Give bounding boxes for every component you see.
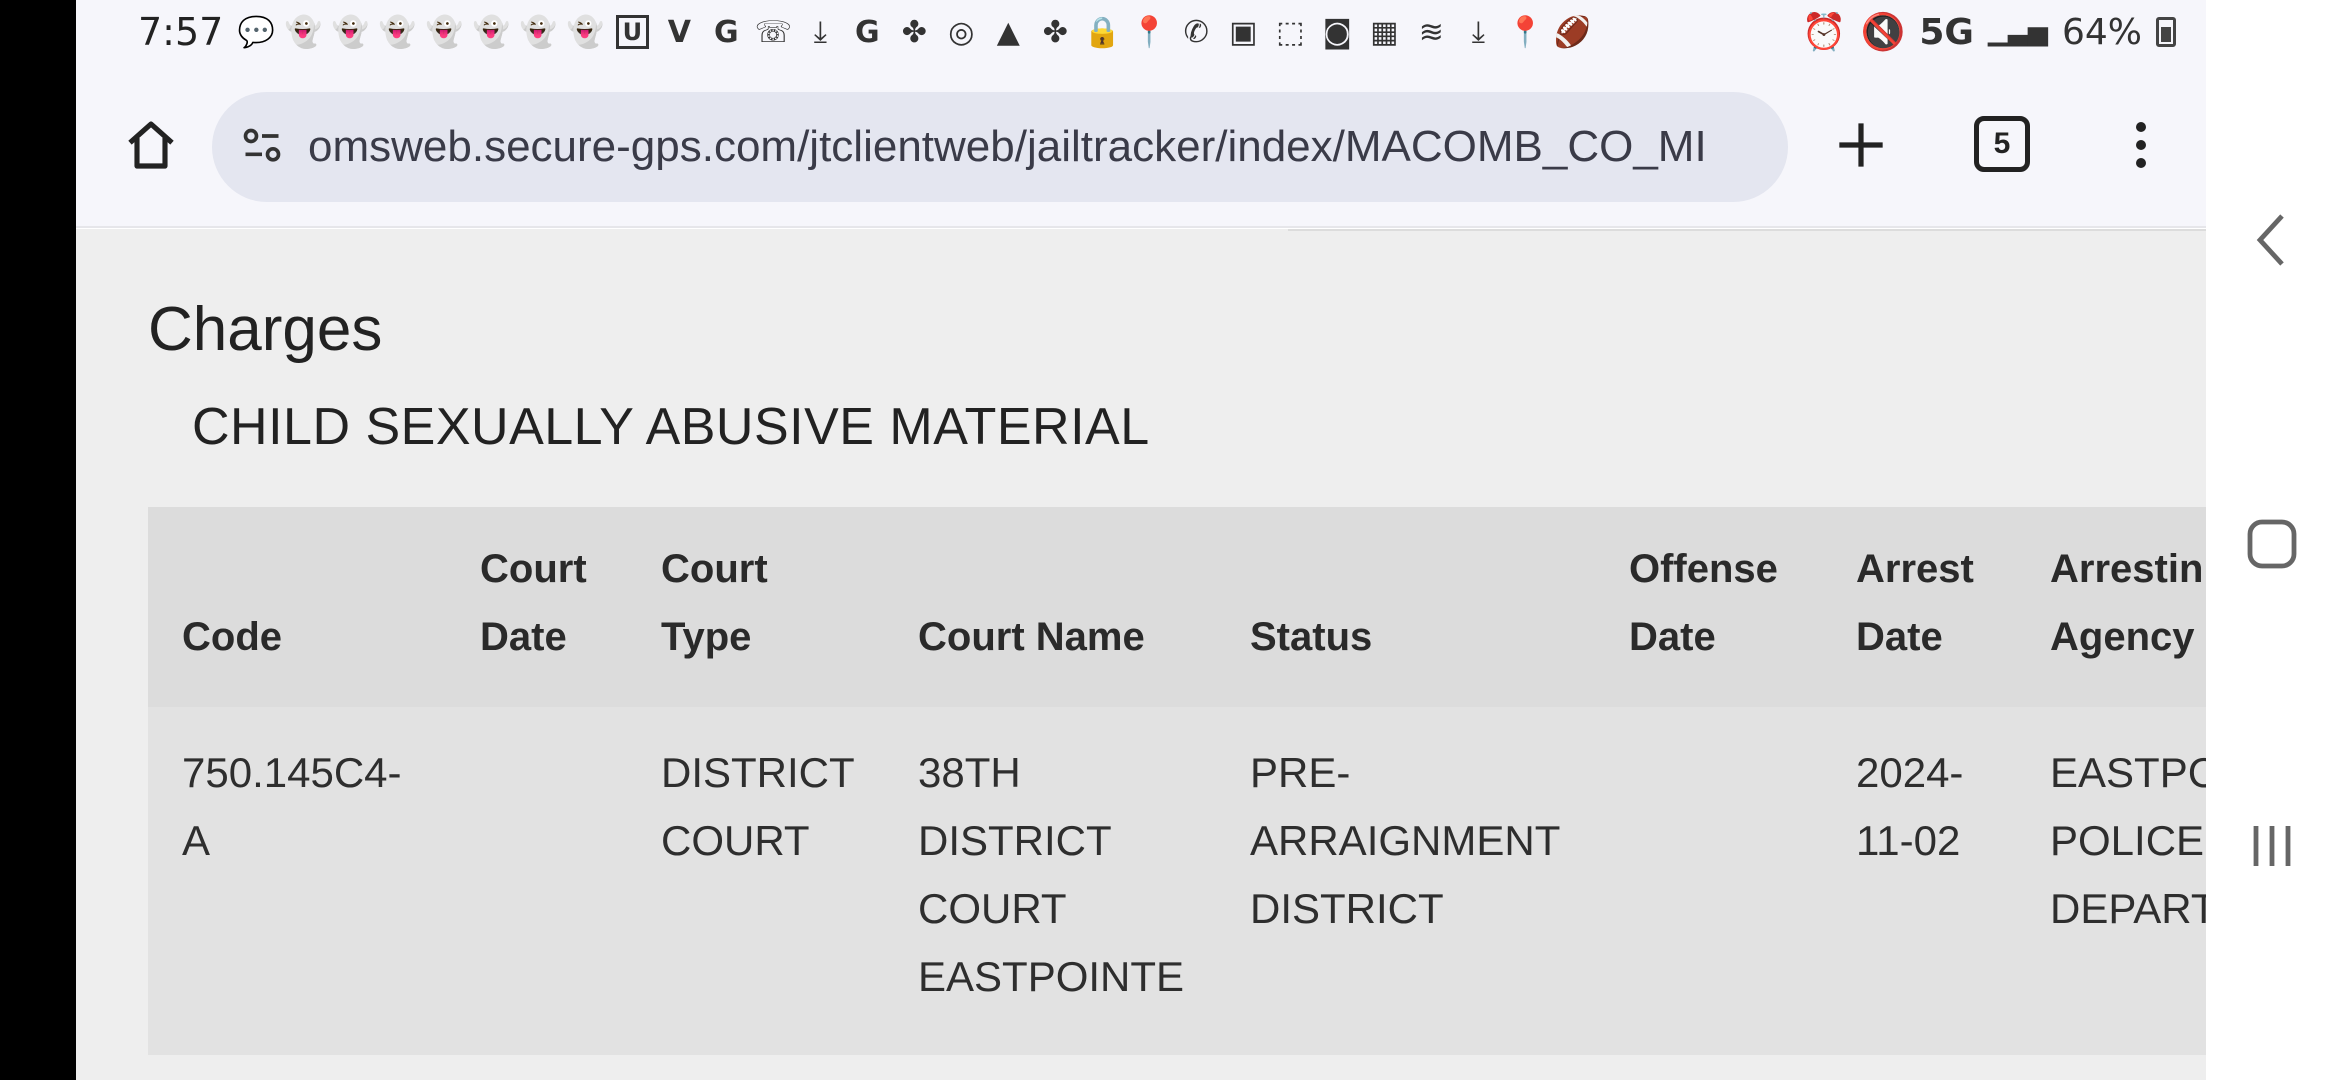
snapchat-icon: 👻 bbox=[472, 14, 511, 50]
network-indicator: 5G bbox=[1919, 11, 1974, 53]
snapchat-icon: 👻 bbox=[519, 14, 558, 50]
snapchat-icon: 👻 bbox=[378, 14, 417, 50]
location-icon: 📍 bbox=[1130, 14, 1169, 50]
browser-toolbar: omsweb.secure-gps.com/jtclientweb/jailtr… bbox=[76, 64, 2206, 228]
home-icon bbox=[128, 121, 174, 169]
battery-percent: 64% bbox=[2061, 11, 2142, 53]
screenshot-icon: ⬚ bbox=[1276, 14, 1305, 50]
charges-table: Code Court Date Court Type Court Name Stat… bbox=[148, 507, 2206, 1055]
alarm-icon: ⏰ bbox=[1801, 12, 1847, 53]
table-header: Code Court Date Court Type Court Name Stat… bbox=[148, 507, 2206, 707]
cell-code: 750.145C4- A bbox=[182, 749, 402, 864]
lock-icon: 🔒 bbox=[1083, 14, 1122, 50]
header-arrest-date: Arrest Date bbox=[1856, 547, 1974, 659]
chat-bubble-icon: 💬 bbox=[237, 14, 276, 50]
snapchat-icon: 👻 bbox=[425, 14, 464, 50]
spiral-icon: ◎ bbox=[948, 14, 975, 50]
status-time: 7:57 bbox=[138, 10, 224, 54]
recents-button[interactable] bbox=[2236, 810, 2308, 882]
cell-court-type: DISTRICT COURT bbox=[661, 749, 855, 864]
header-court-type: Court Type bbox=[661, 547, 768, 659]
cell-court-name: 38TH DISTRICT COURT EASTPOINTE bbox=[918, 749, 1185, 1000]
back-button[interactable] bbox=[2236, 204, 2308, 276]
google-icon: G bbox=[855, 14, 880, 50]
plus-icon bbox=[1839, 123, 1883, 167]
arrow-app-icon: ▲ bbox=[996, 14, 1020, 50]
header-code: Code bbox=[182, 615, 282, 659]
pinwheel-icon: ✤ bbox=[1042, 14, 1068, 50]
wifi-call-icon: ☏ bbox=[754, 14, 793, 50]
header-offense-date: Offense Date bbox=[1629, 547, 1778, 659]
snapchat-icon: 👻 bbox=[331, 14, 370, 50]
menu-dot-icon bbox=[2136, 140, 2146, 150]
header-arresting-agency: Arrestin Agency bbox=[2050, 547, 2204, 659]
snapchat-icon: 👻 bbox=[566, 14, 605, 50]
notification-icons: 💬 👻 👻 👻 👻 👻 👻 👻 U V G ☏ ⤓ G ✤ ◎ ▲ ✤ 🔒 📍 … bbox=[237, 13, 1591, 51]
back-icon bbox=[2256, 214, 2284, 266]
mute-icon: 🔇 bbox=[1860, 12, 1906, 53]
section-title: Charges bbox=[148, 295, 383, 364]
status-right: ⏰ 🔇 5G ▁▃▅ 64% bbox=[1802, 0, 2176, 64]
battery-icon bbox=[2156, 17, 2176, 47]
charge-description: CHILD SEXUALLY ABUSIVE MATERIAL bbox=[192, 398, 1150, 456]
wifi-icon: ≋ bbox=[1418, 14, 1444, 50]
recents-icon bbox=[2253, 826, 2291, 866]
menu-dot-icon bbox=[2136, 158, 2146, 168]
v-app-icon: V bbox=[667, 14, 691, 50]
google-icon: G bbox=[714, 14, 739, 50]
cell-status: PRE- ARRAIGNMENT DISTRICT bbox=[1250, 749, 1561, 932]
page-content: Charges CHILD SEXUALLY ABUSIVE MATERIAL … bbox=[76, 229, 2206, 1080]
address-bar[interactable]: omsweb.secure-gps.com/jtclientweb/jailtr… bbox=[212, 92, 1788, 202]
u-app-icon: U bbox=[613, 13, 651, 51]
cell-arresting-agency: EASTPC POLICE DEPART bbox=[2050, 749, 2206, 932]
signal-icon: ▁▃▅ bbox=[1987, 17, 2048, 47]
image-icon: ▣ bbox=[1229, 14, 1258, 50]
viber-icon: ✆ bbox=[1183, 14, 1209, 50]
app-icon: ◙ bbox=[1322, 14, 1352, 50]
tab-switcher-button[interactable]: 5 bbox=[1974, 116, 2030, 172]
header-court-name: Court Name bbox=[918, 615, 1145, 659]
site-settings-icon[interactable] bbox=[240, 125, 284, 169]
football-icon: 🏈 bbox=[1553, 14, 1592, 50]
download-icon: ⤓ bbox=[813, 14, 827, 50]
location-icon: 📍 bbox=[1506, 14, 1545, 50]
table-row: 750.145C4- A DISTRICT COURT 38TH DISTRICT CO… bbox=[148, 707, 2206, 1055]
download-icon: ⤓ bbox=[1471, 14, 1485, 50]
home-nav-icon bbox=[2247, 519, 2297, 569]
divider bbox=[1288, 229, 2206, 231]
header-status: Status bbox=[1250, 615, 1373, 659]
cell-arrest-date: 2024- 11-02 bbox=[1856, 749, 1964, 864]
header-court-date: Court Date bbox=[480, 547, 587, 659]
status-bar: 7:57 💬 👻 👻 👻 👻 👻 👻 👻 U V G ☏ ⤓ G ✤ ◎ ▲ ✤… bbox=[76, 0, 2206, 64]
pinwheel-icon: ✤ bbox=[901, 14, 927, 50]
snapchat-icon: 👻 bbox=[284, 14, 323, 50]
url-text[interactable]: omsweb.secure-gps.com/jtclientweb/jailtr… bbox=[308, 122, 1768, 172]
home-nav-button[interactable] bbox=[2236, 508, 2308, 580]
menu-dot-icon bbox=[2136, 122, 2146, 132]
home-button[interactable] bbox=[116, 110, 186, 180]
new-tab-button[interactable] bbox=[1826, 110, 1896, 180]
more-menu-button[interactable] bbox=[2106, 110, 2176, 180]
app-icon: ▦ bbox=[1370, 14, 1399, 50]
